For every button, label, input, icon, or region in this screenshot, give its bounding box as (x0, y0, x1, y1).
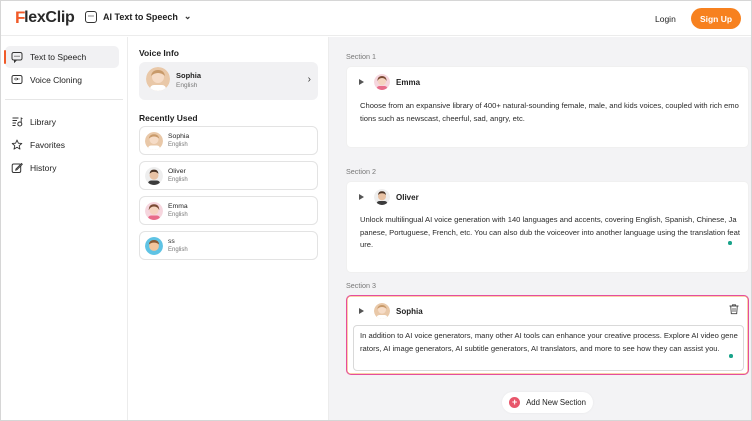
status-dot (729, 354, 733, 358)
voice-wave-icon (11, 75, 23, 84)
section-speaker-name[interactable]: Sophia (396, 307, 423, 316)
section-2-header: Oliver (359, 189, 419, 205)
chat-bubble-icon (11, 52, 23, 63)
top-header: FlexClip ⋯ AI Text to Speech ⌄ Login Sig… (1, 1, 751, 36)
voice-info-title: Voice Info (139, 48, 179, 58)
chat-bubble-icon: ⋯ (85, 11, 97, 23)
add-new-section-button[interactable]: + Add New Section (502, 392, 593, 413)
play-icon[interactable] (359, 194, 364, 200)
avatar-sophia[interactable] (374, 303, 390, 319)
recent-voice-oliver[interactable]: Oliver English (139, 161, 318, 190)
recent-voice-name: Emma (168, 203, 188, 210)
avatar-emma (145, 202, 163, 220)
app-window: FlexClip ⋯ AI Text to Speech ⌄ Login Sig… (0, 0, 752, 421)
product-label: AI Text to Speech (103, 12, 178, 22)
current-voice-language: English (176, 82, 198, 89)
status-dot (728, 241, 732, 245)
logo-text: lexClip (24, 9, 75, 26)
plus-icon: + (509, 397, 521, 408)
sidebar-item-label: Text to Speech (30, 52, 87, 62)
left-sidebar: Text to Speech Voice Cloning Library Fav… (1, 37, 128, 420)
voice-panel: Voice Info Sophia English › Recently Use… (128, 37, 329, 420)
sidebar-item-favorites[interactable]: Favorites (5, 134, 119, 156)
recent-voice-language: English (168, 247, 188, 253)
sidebar-item-voice-cloning[interactable]: Voice Cloning (5, 69, 119, 91)
sidebar-item-label: Library (30, 117, 56, 127)
avatar-sophia (146, 67, 170, 91)
current-voice-name: Sophia (176, 71, 202, 80)
sidebar-item-library[interactable]: Library (5, 111, 119, 133)
recent-voice-language: English (168, 177, 188, 183)
flexclip-logo[interactable]: FlexClip (15, 8, 75, 28)
add-section-label: Add New Section (526, 398, 586, 407)
section-1-text[interactable]: Choose from an expansive library of 400+… (360, 100, 740, 125)
library-icon (12, 117, 23, 127)
chevron-down-icon: ⌄ (183, 10, 192, 21)
sidebar-item-label: Voice Cloning (30, 75, 82, 85)
avatar-ss (145, 237, 163, 255)
sidebar-item-history[interactable]: History (5, 157, 119, 179)
active-indicator (4, 50, 6, 64)
star-icon (11, 139, 23, 150)
signup-button[interactable]: Sign Up (691, 8, 741, 29)
section-3-card[interactable]: Sophia In addition to AI voice generator… (346, 295, 749, 375)
recent-voice-ss[interactable]: ss English (139, 231, 318, 260)
section-1-header: Emma (359, 74, 420, 90)
play-icon[interactable] (359, 308, 364, 314)
avatar-emma[interactable] (374, 74, 390, 90)
section-3-header: Sophia (359, 303, 423, 319)
play-icon[interactable] (359, 79, 364, 85)
recent-voice-emma[interactable]: Emma English (139, 196, 318, 225)
avatar-oliver[interactable] (374, 189, 390, 205)
sidebar-item-text-to-speech[interactable]: Text to Speech (4, 46, 119, 68)
section-1-label: Section 1 (346, 52, 376, 61)
section-2-label: Section 2 (346, 167, 376, 176)
sidebar-item-label: History (30, 163, 57, 173)
avatar-sophia (145, 132, 163, 150)
avatar-oliver (145, 167, 163, 185)
product-switcher[interactable]: ⋯ AI Text to Speech ⌄ (85, 11, 191, 23)
recently-used-title: Recently Used (139, 113, 198, 123)
section-2-text[interactable]: Unlock multilingual AI voice generation … (360, 214, 740, 252)
sidebar-divider (5, 99, 123, 100)
edit-history-icon (11, 162, 23, 173)
section-3-text-editor[interactable]: In addition to AI voice generators, many… (353, 325, 744, 371)
script-editor-area: Section 1 Emma Choose from an expansive … (329, 37, 751, 420)
section-2-card[interactable]: Oliver Unlock multilingual AI voice gene… (346, 181, 749, 273)
section-speaker-name[interactable]: Oliver (396, 193, 419, 202)
chevron-right-icon: › (307, 74, 311, 85)
recent-voice-sophia[interactable]: Sophia English (139, 126, 318, 155)
section-3-text[interactable]: In addition to AI voice generators, many… (360, 330, 738, 355)
recent-voice-name: Sophia (168, 133, 190, 140)
section-1-card[interactable]: Emma Choose from an expansive library of… (346, 66, 749, 148)
recent-voice-language: English (168, 212, 188, 218)
current-voice-card[interactable]: Sophia English › (139, 62, 318, 100)
trash-icon[interactable] (728, 303, 740, 315)
section-3-label: Section 3 (346, 281, 376, 290)
recent-voice-name: ss (168, 238, 175, 245)
recent-voice-language: English (168, 142, 188, 148)
sidebar-item-label: Favorites (30, 140, 65, 150)
recent-voice-name: Oliver (168, 168, 186, 175)
section-speaker-name[interactable]: Emma (396, 78, 420, 87)
login-link[interactable]: Login (655, 14, 676, 24)
